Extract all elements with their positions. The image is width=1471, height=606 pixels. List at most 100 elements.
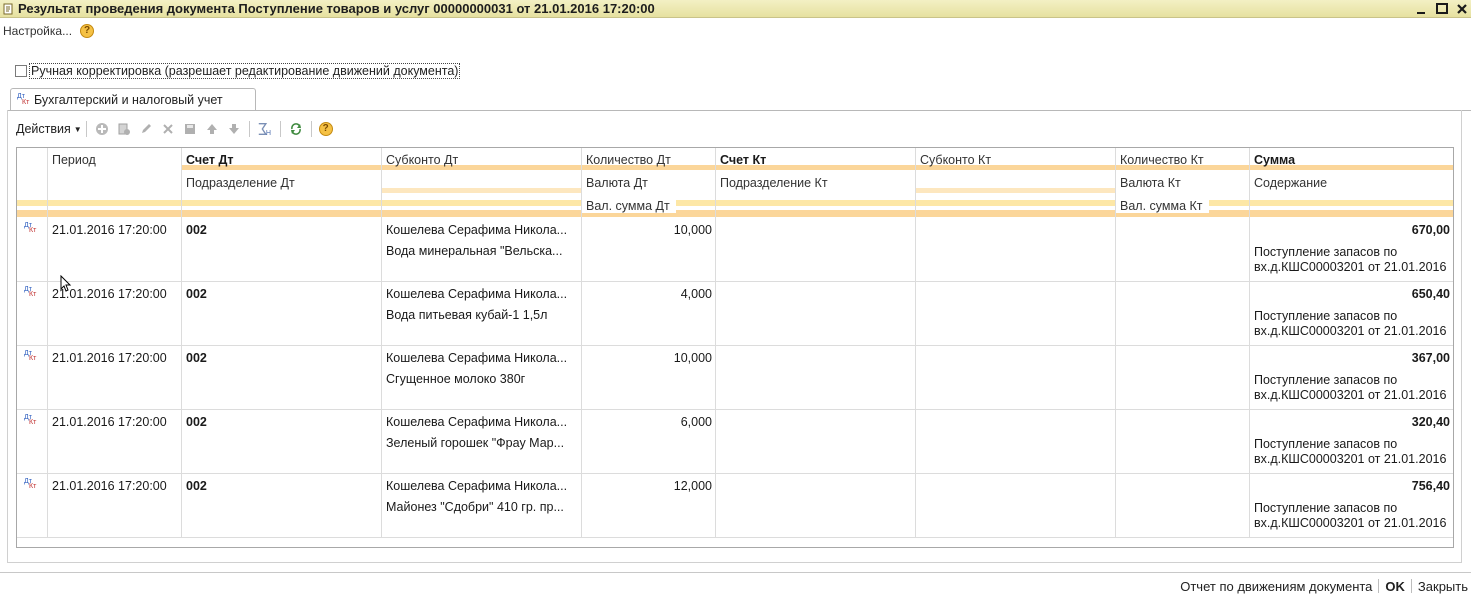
row-subconto-dt[interactable]: Кошелева Серафима Никола...	[386, 351, 578, 365]
delete-icon[interactable]	[160, 121, 176, 137]
move-up-icon[interactable]	[204, 121, 220, 137]
row-subconto-dt[interactable]: Кошелева Серафима Никола...	[386, 287, 578, 301]
row-period[interactable]: 21.01.2016 17:20:00	[52, 351, 167, 365]
header-account-kt[interactable]: Счет Кт	[716, 153, 766, 167]
tab-strip: Дт Кт Бухгалтерский и налоговый учет	[7, 86, 1471, 111]
header-qty-dt[interactable]: Количество Дт	[582, 153, 671, 167]
row-content[interactable]: Поступление запасов по	[1254, 373, 1397, 387]
sum-icon[interactable]: H	[257, 121, 273, 137]
mouse-cursor-icon	[60, 274, 72, 293]
header-stripe	[916, 188, 1116, 193]
toolbar-separator	[279, 121, 281, 137]
row-qty-dt[interactable]: 12,000	[583, 479, 712, 493]
row-content[interactable]: Поступление запасов по	[1254, 501, 1397, 515]
ok-button[interactable]: OK	[1385, 579, 1405, 594]
row-subconto-dt-2[interactable]: Майонез "Сдобри" 410 гр. пр...	[386, 500, 578, 514]
dt-kt-icon: Дт Кт	[24, 414, 37, 426]
tab-accounting[interactable]: Дт Кт Бухгалтерский и налоговый учет	[10, 88, 256, 111]
column-divider	[915, 148, 916, 547]
move-down-icon[interactable]	[226, 121, 242, 137]
header-stripe	[17, 200, 1453, 206]
footer-buttons: Отчет по движениям документа OK Закрыть	[1180, 577, 1468, 595]
row-qty-dt[interactable]: 6,000	[583, 415, 712, 429]
row-subconto-dt[interactable]: Кошелева Серафима Никола...	[386, 223, 578, 237]
toolbar-help-icon[interactable]: ?	[318, 122, 333, 136]
toolbar: Действия ▼ H ?	[16, 119, 333, 139]
maximize-icon[interactable]	[1435, 2, 1449, 16]
header-subconto-dt[interactable]: Субконто Дт	[382, 153, 458, 167]
table-header: Период Счет Дт Субконто Дт Количество Дт…	[17, 148, 1453, 218]
row-subconto-dt-2[interactable]: Зеленый горошек "Фрау Мар...	[386, 436, 578, 450]
row-content[interactable]: Поступление запасов по	[1254, 245, 1397, 259]
row-subconto-dt-2[interactable]: Вода минеральная "Вельска...	[386, 244, 578, 258]
row-divider	[17, 281, 1453, 282]
footer-separator	[1410, 579, 1412, 593]
header-qty-kt[interactable]: Количество Кт	[1116, 153, 1204, 167]
footer-divider	[0, 572, 1471, 573]
column-divider	[47, 148, 48, 547]
row-period[interactable]: 21.01.2016 17:20:00	[52, 223, 167, 237]
row-period[interactable]: 21.01.2016 17:20:00	[52, 479, 167, 493]
row-divider	[17, 409, 1453, 410]
settings-menu[interactable]: Настройка...	[3, 24, 72, 38]
horizontal-scrollbar[interactable]	[17, 537, 1453, 547]
copy-icon[interactable]	[116, 121, 132, 137]
header-currency-kt[interactable]: Валюта Кт	[1116, 176, 1181, 190]
close-button[interactable]: Закрыть	[1418, 579, 1468, 594]
row-account-dt[interactable]: 002	[186, 351, 207, 365]
header-sum[interactable]: Сумма	[1250, 153, 1295, 167]
header-account-dt[interactable]: Счет Дт	[182, 153, 234, 167]
header-dept-dt[interactable]: Подразделение Дт	[182, 176, 295, 190]
refresh-icon[interactable]	[288, 121, 304, 137]
row-content-2[interactable]: вх.д.КШС00003201 от 21.01.2016	[1254, 452, 1446, 466]
header-cur-sum-dt[interactable]: Вал. сумма Дт	[582, 199, 676, 213]
row-sum[interactable]: 367,00	[1251, 351, 1450, 365]
row-sum[interactable]: 756,40	[1251, 479, 1450, 493]
toolbar-separator	[248, 121, 250, 137]
row-subconto-dt-2[interactable]: Вода питьевая кубай-1 1,5л	[386, 308, 578, 322]
row-subconto-dt[interactable]: Кошелева Серафима Никола...	[386, 415, 578, 429]
row-account-dt[interactable]: 002	[186, 287, 207, 301]
save-icon[interactable]	[182, 121, 198, 137]
row-subconto-dt[interactable]: Кошелева Серафима Никола...	[386, 479, 578, 493]
movements-report-button[interactable]: Отчет по движениям документа	[1180, 579, 1372, 594]
close-icon[interactable]	[1455, 2, 1469, 16]
add-icon[interactable]	[94, 121, 110, 137]
help-icon[interactable]: ?	[80, 24, 95, 38]
row-content-2[interactable]: вх.д.КШС00003201 от 21.01.2016	[1254, 388, 1446, 402]
row-qty-dt[interactable]: 10,000	[583, 351, 712, 365]
header-period[interactable]: Период	[48, 153, 96, 167]
row-content-2[interactable]: вх.д.КШС00003201 от 21.01.2016	[1254, 260, 1446, 274]
row-qty-dt[interactable]: 4,000	[583, 287, 712, 301]
row-account-dt[interactable]: 002	[186, 479, 207, 493]
row-period[interactable]: 21.01.2016 17:20:00	[52, 415, 167, 429]
row-sum[interactable]: 650,40	[1251, 287, 1450, 301]
row-sum[interactable]: 320,40	[1251, 415, 1450, 429]
row-qty-dt[interactable]: 10,000	[583, 223, 712, 237]
row-content-2[interactable]: вх.д.КШС00003201 от 21.01.2016	[1254, 324, 1446, 338]
minimize-icon[interactable]	[1415, 2, 1429, 16]
header-stripe	[17, 210, 1453, 217]
header-content[interactable]: Содержание	[1250, 176, 1327, 190]
document-icon	[2, 3, 14, 15]
dt-kt-icon: Дт Кт	[24, 222, 37, 234]
manual-adjust-label[interactable]: Ручная корректировка (разрешает редактир…	[29, 63, 461, 79]
movements-table[interactable]: Период Счет Дт Субконто Дт Количество Дт…	[16, 147, 1454, 548]
header-stripe	[382, 188, 582, 193]
window-title: Результат проведения документа Поступлен…	[18, 1, 655, 16]
actions-menu[interactable]: Действия ▼	[16, 122, 82, 136]
header-cur-sum-kt[interactable]: Вал. сумма Кт	[1116, 199, 1209, 213]
edit-icon[interactable]	[138, 121, 154, 137]
row-content[interactable]: Поступление запасов по	[1254, 437, 1397, 451]
window-controls	[1415, 0, 1469, 18]
row-content[interactable]: Поступление запасов по	[1254, 309, 1397, 323]
row-sum[interactable]: 670,00	[1251, 223, 1450, 237]
row-subconto-dt-2[interactable]: Сгущенное молоко 380г	[386, 372, 578, 386]
row-content-2[interactable]: вх.д.КШС00003201 от 21.01.2016	[1254, 516, 1446, 530]
header-subconto-kt[interactable]: Субконто Кт	[916, 153, 991, 167]
manual-adjust-checkbox[interactable]	[15, 65, 27, 77]
row-account-dt[interactable]: 002	[186, 223, 207, 237]
header-currency-dt[interactable]: Валюта Дт	[582, 176, 648, 190]
row-account-dt[interactable]: 002	[186, 415, 207, 429]
header-dept-kt[interactable]: Подразделение Кт	[716, 176, 828, 190]
